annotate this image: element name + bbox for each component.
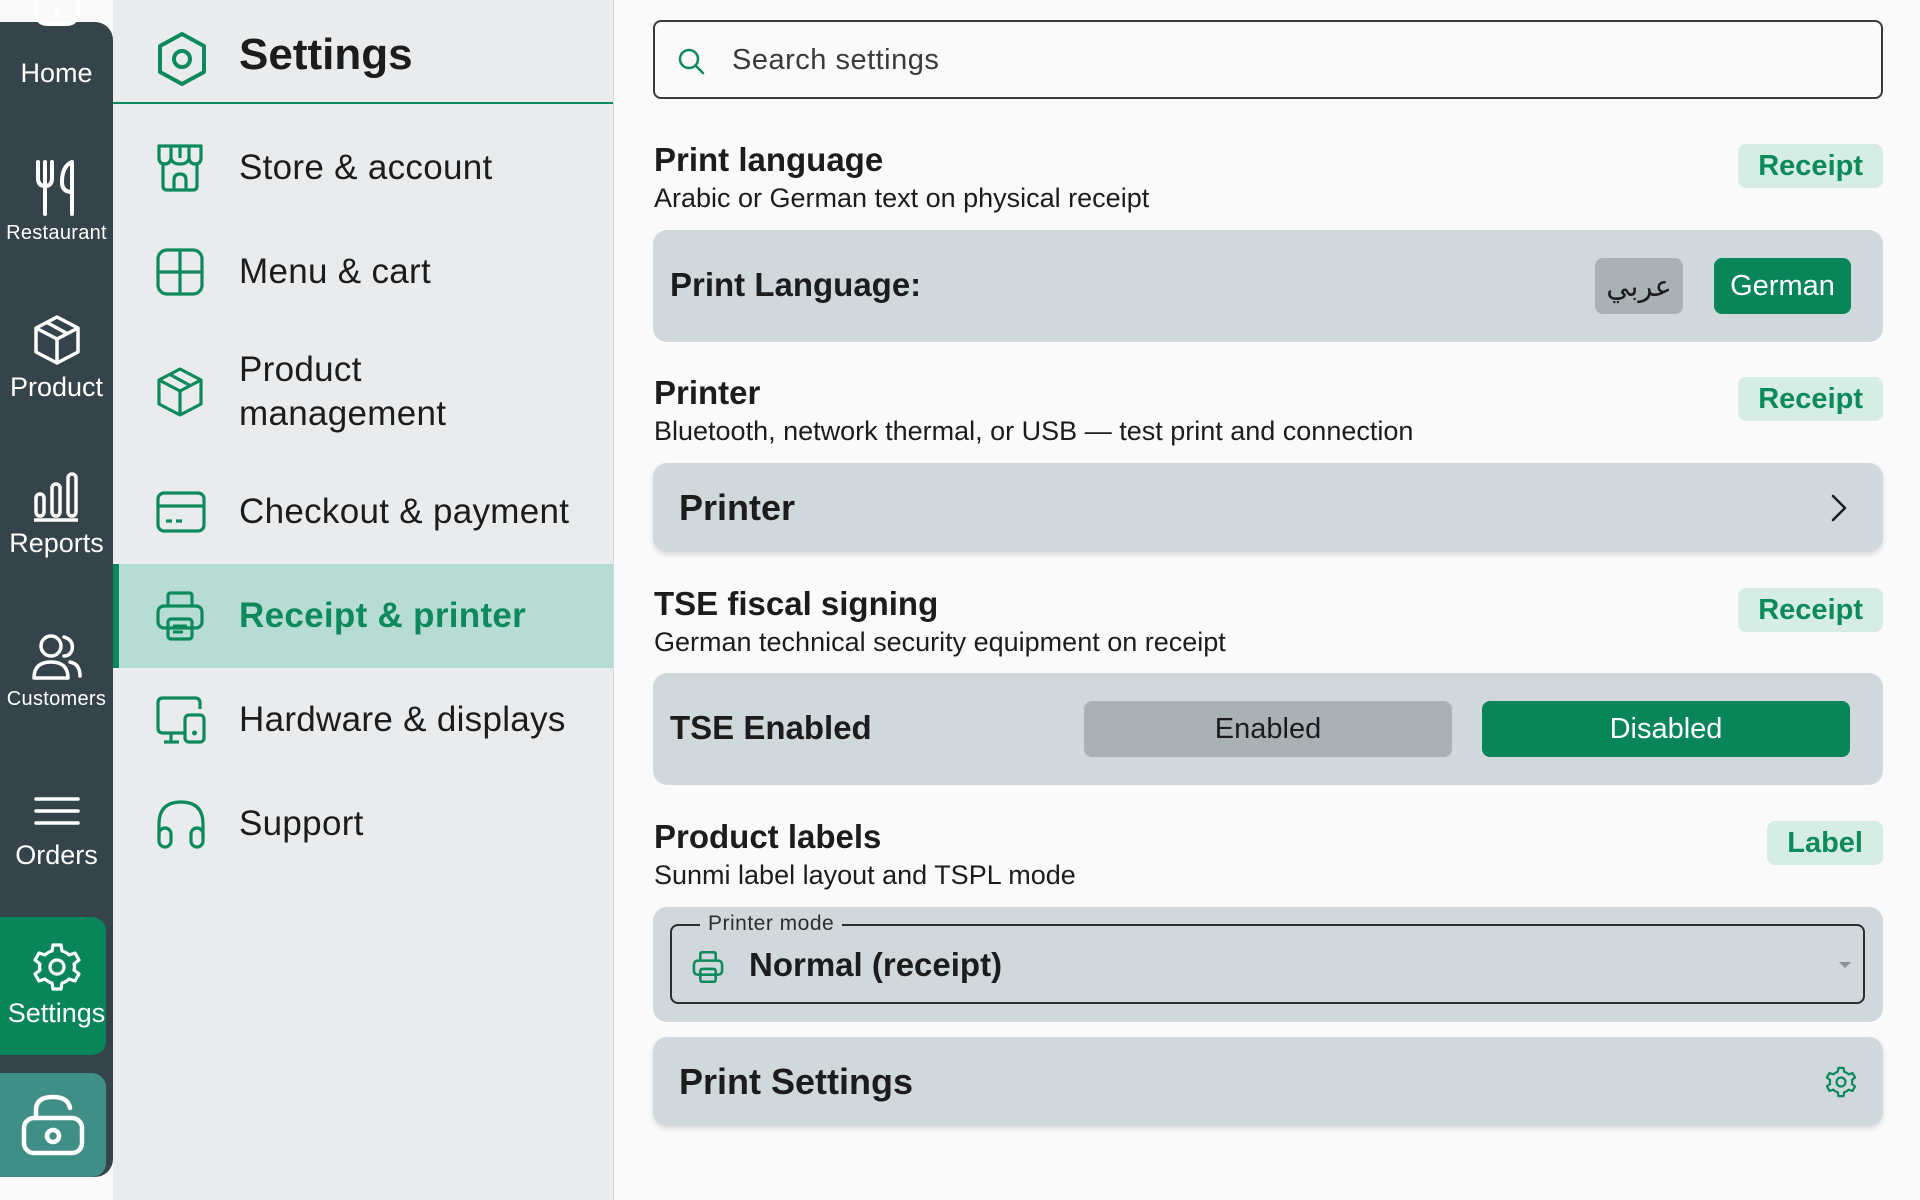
badge-printer: Receipt — [1738, 377, 1883, 421]
section-desc-product-labels: Sunmi label layout and TSPL mode — [654, 860, 1076, 890]
box-icon — [33, 315, 80, 365]
settings-hexagon-icon — [158, 32, 206, 86]
rail-item-restaurant[interactable]: Restaurant — [0, 160, 113, 245]
settings-title: Settings — [239, 30, 413, 79]
card-icon — [156, 491, 206, 533]
print-settings-label: Print Settings — [679, 1061, 914, 1102]
rail-item-customers[interactable]: Customers — [0, 632, 113, 711]
bar-chart-icon — [33, 472, 78, 522]
rail-label-settings: Settings — [7, 998, 106, 1028]
storefront-icon — [157, 144, 203, 192]
printer-mode-value: Normal (receipt) — [749, 946, 1003, 983]
rail-item-product[interactable]: Product — [0, 314, 113, 403]
rail-label-product: Product — [9, 372, 104, 402]
fork-knife-icon — [35, 160, 74, 216]
rail-label-orders: Orders — [15, 840, 98, 870]
product-labels-card: Printer mode Normal (receipt) — [653, 907, 1883, 1022]
nav-label-menu-cart: Menu & cart — [239, 252, 431, 291]
printer-link-card[interactable]: Printer — [653, 463, 1883, 552]
home-icon — [33, 0, 80, 26]
gear-icon — [32, 943, 81, 991]
printer-icon — [156, 591, 204, 641]
section-desc-printer: Bluetooth, network thermal, or USB — tes… — [654, 416, 1414, 446]
section-title-product-labels: Product labels — [654, 818, 882, 855]
tse-option-disabled[interactable]: Disabled — [1482, 701, 1850, 757]
rail-label-home: Home — [20, 58, 93, 88]
section-desc-tse: German technical security equipment on r… — [654, 627, 1226, 657]
devices-icon — [156, 696, 206, 744]
nav-label-store-account: Store & account — [239, 148, 493, 187]
section-title-printer: Printer — [654, 374, 761, 411]
rail-item-orders[interactable]: Orders — [0, 796, 113, 871]
nav-item-checkout-payment[interactable]: Checkout & payment — [113, 460, 613, 564]
dropdown-caret-icon — [1839, 962, 1851, 968]
printer-icon — [692, 951, 724, 983]
rail-label-reports: Reports — [9, 528, 104, 558]
search-placeholder: Search settings — [732, 44, 940, 76]
settings-nav-header: Settings — [113, 0, 613, 104]
nav-item-product-management[interactable]: Product management — [113, 324, 613, 460]
nav-label-hardware-displays: Hardware & displays — [239, 700, 566, 739]
printer-mode-legend: Printer mode — [700, 912, 843, 936]
nav-label-support: Support — [239, 804, 364, 843]
print-language-card: Print Language: عربي German — [653, 230, 1883, 342]
language-option-german[interactable]: German — [1714, 258, 1851, 314]
nav-item-support[interactable]: Support — [113, 772, 613, 876]
menu-lines-icon — [33, 797, 80, 825]
section-desc-print-language: Arabic or German text on physical receip… — [654, 183, 1150, 213]
print-settings-link-card[interactable]: Print Settings — [653, 1037, 1883, 1126]
section-title-print-language: Print language — [654, 141, 884, 178]
language-option-arabic[interactable]: عربي — [1595, 258, 1683, 314]
rail-item-home[interactable]: Home — [0, 0, 113, 89]
rail-label-customers: Customers — [6, 688, 107, 710]
lock-icon — [21, 1094, 85, 1156]
chevron-right-icon — [1831, 494, 1847, 522]
section-title-tse: TSE fiscal signing — [654, 585, 939, 622]
nav-item-hardware-displays[interactable]: Hardware & displays — [113, 668, 613, 772]
search-icon — [678, 48, 705, 75]
rail-label-restaurant: Restaurant — [6, 222, 107, 244]
rail-item-reports[interactable]: Reports — [0, 472, 113, 559]
printer-mode-select[interactable]: Printer mode Normal (receipt) — [670, 912, 1865, 1004]
users-icon — [31, 634, 82, 680]
print-language-label: Print Language: — [670, 266, 922, 303]
badge-product-labels: Label — [1767, 821, 1883, 865]
nav-item-store-account[interactable]: Store & account — [113, 116, 613, 220]
headphones-icon — [157, 800, 205, 849]
navigation-rail: Home Restaurant Product Reports Customer… — [0, 0, 113, 1200]
search-input[interactable]: Search settings — [653, 20, 1883, 99]
printer-link-label: Printer — [679, 487, 796, 528]
grid-icon — [156, 248, 204, 296]
badge-tse: Receipt — [1738, 588, 1883, 632]
settings-nav-panel: Settings Store & account Menu & cart Pro… — [113, 0, 614, 1200]
tse-enabled-label: TSE Enabled — [670, 709, 872, 746]
nav-label-product-management: Product management — [239, 350, 447, 433]
nav-item-receipt-printer[interactable]: Receipt & printer — [113, 564, 613, 668]
lock-button[interactable] — [0, 1073, 106, 1177]
package-icon — [157, 367, 203, 417]
gear-icon — [1825, 1066, 1857, 1098]
tse-option-enabled[interactable]: Enabled — [1084, 701, 1452, 757]
nav-label-checkout-payment: Checkout & payment — [239, 492, 570, 531]
badge-print-language: Receipt — [1738, 144, 1883, 188]
nav-label-receipt-printer: Receipt & printer — [239, 596, 527, 635]
rail-item-settings[interactable]: Settings — [0, 942, 113, 1029]
settings-content: Search settings Print language Arabic or… — [614, 0, 1920, 1200]
nav-item-menu-cart[interactable]: Menu & cart — [113, 220, 613, 324]
tse-card: TSE Enabled Enabled Disabled — [653, 673, 1883, 785]
